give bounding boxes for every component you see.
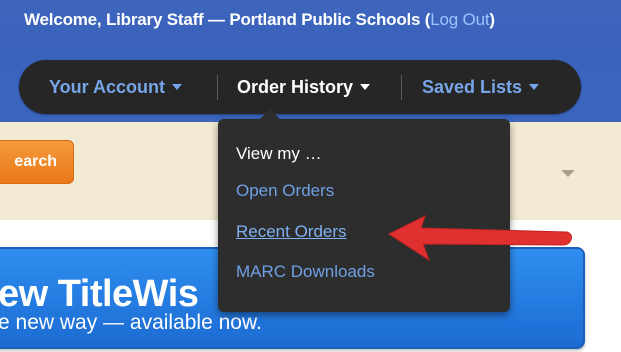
chevron-down-icon [360, 84, 371, 90]
banner-title: ew TitleWis [0, 273, 199, 315]
banner-subtitle: e new way — available now. [0, 311, 262, 334]
nav-divider [217, 75, 218, 100]
nav-order-history-label: Order History [237, 76, 354, 97]
red-arrow-shape [387, 215, 572, 262]
main-nav: Your Account Order History Saved Lists [19, 60, 581, 114]
nav-saved-lists[interactable]: Saved Lists [422, 60, 540, 114]
logout-link[interactable]: Log Out [430, 10, 489, 29]
welcome-text: Welcome, Library Staff — Portland Public… [24, 10, 431, 29]
dropdown-heading: View my … [236, 144, 322, 163]
menu-item-marc-downloads[interactable]: MARC Downloads [236, 262, 375, 282]
welcome-close-paren: ) [489, 10, 495, 29]
nav-saved-lists-label: Saved Lists [422, 76, 523, 97]
chevron-down-icon [172, 84, 182, 90]
red-arrow-icon [387, 215, 572, 262]
nav-your-account[interactable]: Your Account [49, 60, 182, 114]
nav-order-history[interactable]: Order History [237, 60, 371, 114]
top-header-bar: Welcome, Library Staff — Portland Public… [0, 0, 621, 122]
chevron-down-icon [529, 84, 540, 90]
nav-your-account-label: Your Account [49, 76, 165, 97]
menu-item-recent-orders[interactable]: Recent Orders [236, 222, 347, 242]
nav-divider [401, 75, 402, 100]
welcome-message: Welcome, Library Staff — Portland Public… [24, 10, 495, 30]
search-button[interactable]: earch [0, 140, 74, 184]
dropdown-pointer [260, 109, 280, 119]
menu-item-open-orders[interactable]: Open Orders [236, 181, 334, 201]
chevron-down-icon[interactable] [561, 170, 575, 177]
